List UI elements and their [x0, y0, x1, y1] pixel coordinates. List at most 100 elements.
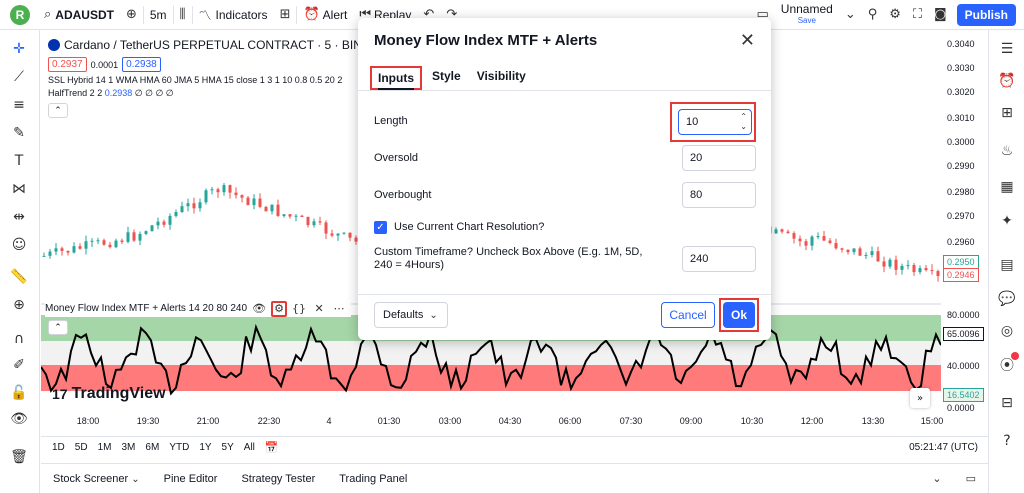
tab-visibility[interactable]: Visibility	[471, 66, 532, 90]
hide-tool[interactable]: 👁	[8, 408, 30, 430]
indicator-settings-button[interactable]: ⚙	[271, 300, 288, 317]
range-ytd[interactable]: YTD	[164, 442, 194, 453]
fib-tool[interactable]: ≡	[8, 94, 30, 116]
lock-tool[interactable]: 🔓	[8, 382, 30, 404]
candle-body	[114, 240, 118, 248]
range-1y[interactable]: 1Y	[194, 442, 216, 453]
custom-timeframe-input[interactable]: 240	[682, 246, 756, 272]
collapse-panel-button[interactable]: ⌄	[920, 472, 953, 485]
candle-body	[138, 233, 142, 241]
data-window-button[interactable]: ⊞	[996, 102, 1018, 124]
range-1d[interactable]: 1D	[47, 442, 70, 453]
time-tick: 09:00	[679, 416, 703, 426]
candle-body	[216, 189, 220, 193]
price-tick: 0.3020	[947, 87, 975, 97]
tab-strategy-tester[interactable]: Strategy Tester	[229, 473, 327, 485]
tab-trading-panel[interactable]: Trading Panel	[327, 473, 419, 485]
text-tool[interactable]: T	[8, 150, 30, 172]
emoji-tool[interactable]: ☺	[8, 234, 30, 256]
range-5d[interactable]: 5D	[70, 442, 93, 453]
broadcast-button[interactable]: ◎	[996, 320, 1018, 342]
tab-pine-editor[interactable]: Pine Editor	[152, 473, 230, 485]
layout-name-button[interactable]: Unnamed Save	[775, 0, 839, 30]
order-panel-button[interactable]: ⊟	[996, 392, 1018, 414]
magnet-tool[interactable]: ∩	[8, 328, 30, 350]
use-current-resolution-checkbox[interactable]: ✓	[374, 220, 387, 234]
defaults-button[interactable]: Defaults ⌄	[374, 302, 448, 328]
range-5y[interactable]: 5Y	[217, 442, 239, 453]
ideas-button[interactable]: ✦	[996, 210, 1018, 232]
watchlist-button[interactable]: ☰	[996, 38, 1018, 60]
price-scale[interactable]: 0.3040 0.3030 0.3020 0.3010 0.3000 0.299…	[941, 31, 988, 434]
ssl-hybrid-legend[interactable]: SSL Hybrid 14 1 WMA HMA 60 JMA 5 HMA 15 …	[48, 75, 387, 85]
range-all[interactable]: All	[239, 442, 260, 453]
sell-price-button[interactable]: 0.2937	[48, 57, 87, 72]
pattern-tool[interactable]: ⋈	[8, 178, 30, 200]
mfi-pane-title[interactable]: Money Flow Index MTF + Alerts 14 20 80 2…	[45, 303, 247, 314]
maximize-panel-button[interactable]: ▭	[954, 472, 988, 485]
chat-button[interactable]: 💬	[996, 288, 1018, 310]
chart-type-button[interactable]: ⫼	[174, 0, 192, 30]
candle-body	[846, 249, 850, 253]
data-window-icon: ⊞	[1001, 105, 1013, 121]
templates-button[interactable]: ⊞	[274, 0, 297, 30]
time-tick: 06:00	[558, 416, 582, 426]
prediction-tool[interactable]: ⇹	[8, 206, 30, 228]
trendline-tool[interactable]: ⟋	[8, 66, 30, 88]
ruler-tool[interactable]: 📏	[8, 266, 30, 288]
crosshair-tool[interactable]: ✛	[8, 38, 30, 60]
hotlists-button[interactable]: ♨	[996, 140, 1018, 162]
brush-tool[interactable]: ✎	[8, 122, 30, 144]
quick-search-button[interactable]: ⚲	[862, 0, 884, 30]
alerts-button[interactable]: ⏰	[996, 70, 1018, 92]
user-avatar[interactable]: R	[10, 4, 30, 25]
more-button[interactable]: ⋯	[331, 301, 347, 317]
candle-body	[42, 255, 46, 257]
source-code-button[interactable]: {}	[291, 301, 307, 317]
tab-style[interactable]: Style	[426, 66, 467, 90]
streams-button[interactable]: ▤	[996, 254, 1018, 276]
remove-tool[interactable]: 🗑	[8, 446, 30, 468]
range-6m[interactable]: 6M	[140, 442, 164, 453]
buy-price-button[interactable]: 0.2938	[122, 57, 161, 72]
collapse-pane-button[interactable]: ⌃	[48, 320, 68, 335]
tab-inputs[interactable]: Inputs	[370, 66, 422, 90]
length-input[interactable]: 10 ⌃ ⌄	[678, 109, 752, 135]
oversold-input[interactable]: 20	[682, 145, 756, 171]
symbol-search-button[interactable]: ⌕ ADAUSDT	[38, 0, 120, 30]
stay-drawing-tool[interactable]: ✐	[8, 354, 30, 376]
go-to-date-button[interactable]: 📅	[260, 441, 284, 454]
interval-button[interactable]: 5m	[144, 0, 173, 30]
cancel-button[interactable]: Cancel	[661, 302, 715, 328]
eye-icon[interactable]: 👁	[251, 301, 267, 317]
halftrend-legend[interactable]: HalfTrend 2 2 0.2938 ∅ ∅ ∅ ∅	[48, 88, 387, 99]
fullscreen-button[interactable]: ⛶	[907, 0, 928, 30]
stepper-icon[interactable]: ⌃ ⌄	[740, 112, 747, 132]
settings-button[interactable]: ⚙	[883, 0, 907, 30]
time-axis[interactable]: 18:00 19:30 21:00 22:30 4 01:30 03:00 04…	[41, 412, 944, 432]
alert-button[interactable]: ⏰ Alert	[297, 0, 353, 30]
snapshot-button[interactable]: ◙	[928, 0, 953, 30]
collapse-legend-button[interactable]: ⌃	[48, 103, 68, 118]
chevron-down-icon: ⌄	[131, 473, 140, 485]
candle-body	[60, 248, 64, 251]
help-button[interactable]: ?	[996, 430, 1018, 452]
length-label: Length	[374, 115, 408, 127]
range-3m[interactable]: 3M	[117, 442, 141, 453]
indicators-button[interactable]: 〽 Indicators	[193, 0, 274, 30]
scroll-to-realtime-button[interactable]: »	[910, 388, 930, 408]
zoom-tool[interactable]: ⊕	[8, 294, 30, 316]
clock[interactable]: 05:21:47 (UTC)	[909, 442, 978, 453]
overbought-input[interactable]: 80	[682, 182, 756, 208]
range-1m[interactable]: 1M	[93, 442, 117, 453]
calendar-button[interactable]: ▦	[996, 176, 1018, 198]
tab-stock-screener[interactable]: Stock Screener ⌄	[41, 473, 152, 485]
publish-button[interactable]: Publish	[956, 3, 1016, 26]
dialog-close-button[interactable]: ✕	[740, 30, 755, 51]
notifications-button[interactable]: ⦿	[996, 352, 1019, 376]
ok-button[interactable]: Ok	[723, 302, 755, 328]
layout-menu-button[interactable]: ⌄	[839, 0, 862, 30]
compare-symbol-button[interactable]: ⊕	[120, 0, 143, 30]
candle-body	[336, 233, 340, 236]
remove-indicator-button[interactable]: ✕	[311, 301, 327, 317]
